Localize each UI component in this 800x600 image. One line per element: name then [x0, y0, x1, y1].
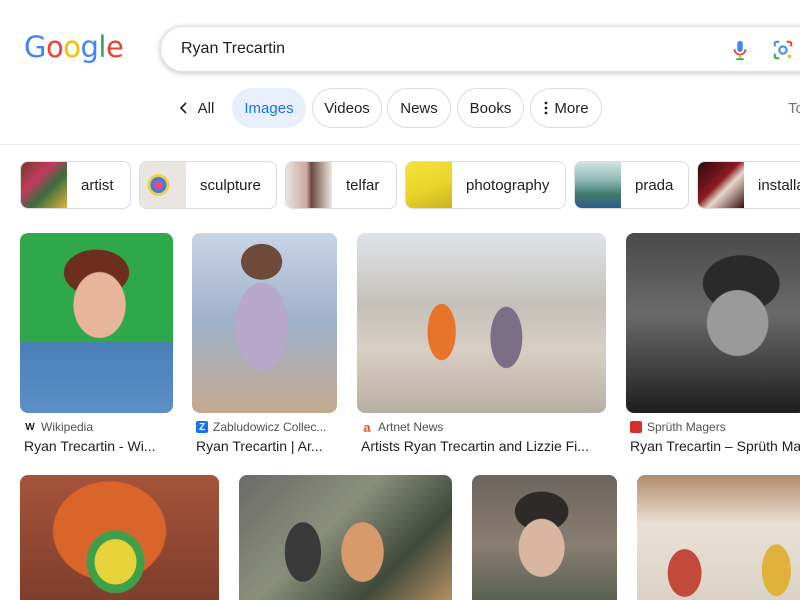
spruth-magers-icon — [630, 421, 642, 433]
chip-sculpture[interactable]: sculpture — [139, 161, 277, 209]
result-image[interactable] — [472, 475, 617, 600]
chip-label: artist — [81, 176, 114, 194]
logo-letter: o — [63, 30, 81, 64]
chip-label: photography — [466, 176, 550, 194]
tab-images[interactable]: Images — [232, 88, 306, 128]
tab-all[interactable]: All — [170, 88, 220, 128]
microphone-icon[interactable] — [729, 38, 751, 62]
more-vert-icon — [545, 101, 548, 115]
chip-label: telfar — [346, 176, 380, 194]
result-title[interactable]: Ryan Trecartin - Wi... — [24, 438, 174, 454]
chip-thumbnail — [286, 162, 332, 208]
zabludowicz-icon: Z — [196, 421, 208, 433]
chip-thumbnail — [698, 162, 744, 208]
result-image[interactable] — [637, 475, 800, 600]
tab-images-label: Images — [244, 99, 294, 117]
chip-label: sculpture — [200, 176, 261, 194]
search-tabs: All Images Videos News Books More To — [0, 88, 800, 128]
tab-books[interactable]: Books — [457, 88, 524, 128]
google-logo[interactable]: Google — [24, 30, 124, 64]
chip-label: installa — [758, 176, 800, 194]
tab-tools[interactable]: To — [788, 88, 800, 128]
chip-thumbnail — [21, 162, 67, 208]
result-source[interactable]: Sprüth Magers — [630, 420, 726, 434]
result-image[interactable] — [357, 233, 606, 413]
chip-artist[interactable]: artist — [20, 161, 131, 209]
result-image[interactable] — [20, 233, 173, 413]
google-lens-icon[interactable] — [772, 39, 794, 61]
result-title[interactable]: Artists Ryan Trecartin and Lizzie Fi... — [361, 438, 606, 454]
tab-news[interactable]: News — [387, 88, 451, 128]
chip-thumbnail — [406, 162, 452, 208]
tab-books-label: Books — [469, 99, 512, 117]
result-source-label: Wikipedia — [41, 420, 94, 434]
logo-letter: o — [45, 30, 64, 64]
result-source[interactable]: W Wikipedia — [24, 420, 93, 434]
tab-more[interactable]: More — [530, 88, 602, 128]
search-box — [160, 26, 800, 72]
chip-thumbnail — [140, 162, 186, 208]
result-title[interactable]: Ryan Trecartin | Ar... — [196, 438, 336, 454]
logo-letter: G — [24, 30, 46, 64]
tab-videos-label: Videos — [324, 99, 370, 117]
result-image[interactable] — [192, 233, 337, 413]
result-image[interactable] — [626, 233, 800, 413]
logo-letter: e — [105, 30, 124, 64]
chevron-left-icon — [179, 102, 187, 114]
artnet-icon: a — [363, 419, 371, 435]
tab-news-label: News — [400, 99, 438, 117]
header-divider — [0, 144, 800, 145]
result-source[interactable]: a Artnet News — [361, 419, 444, 435]
chip-thumbnail — [575, 162, 621, 208]
tab-tools-label: To — [788, 99, 800, 117]
result-image[interactable] — [239, 475, 452, 600]
result-source-label: Zabludowicz Collec... — [213, 420, 327, 434]
result-image[interactable] — [20, 475, 219, 600]
result-source-label: Artnet News — [378, 420, 444, 434]
tab-videos[interactable]: Videos — [312, 88, 382, 128]
wikipedia-icon: W — [25, 421, 35, 433]
logo-letter: l — [98, 30, 106, 64]
chip-installation[interactable]: installa — [697, 161, 800, 209]
chip-prada[interactable]: prada — [574, 161, 689, 209]
chip-telfar[interactable]: telfar — [285, 161, 397, 209]
chip-label: prada — [635, 176, 674, 194]
chip-photography[interactable]: photography — [405, 161, 566, 209]
search-input[interactable] — [181, 40, 681, 58]
logo-letter: g — [80, 30, 99, 64]
tab-all-label: All — [197, 99, 215, 117]
result-source-label: Sprüth Magers — [647, 420, 726, 434]
result-title[interactable]: Ryan Trecartin – Sprüth Ma — [630, 438, 800, 454]
tab-more-label: More — [554, 99, 589, 117]
result-source[interactable]: Z Zabludowicz Collec... — [196, 420, 326, 434]
